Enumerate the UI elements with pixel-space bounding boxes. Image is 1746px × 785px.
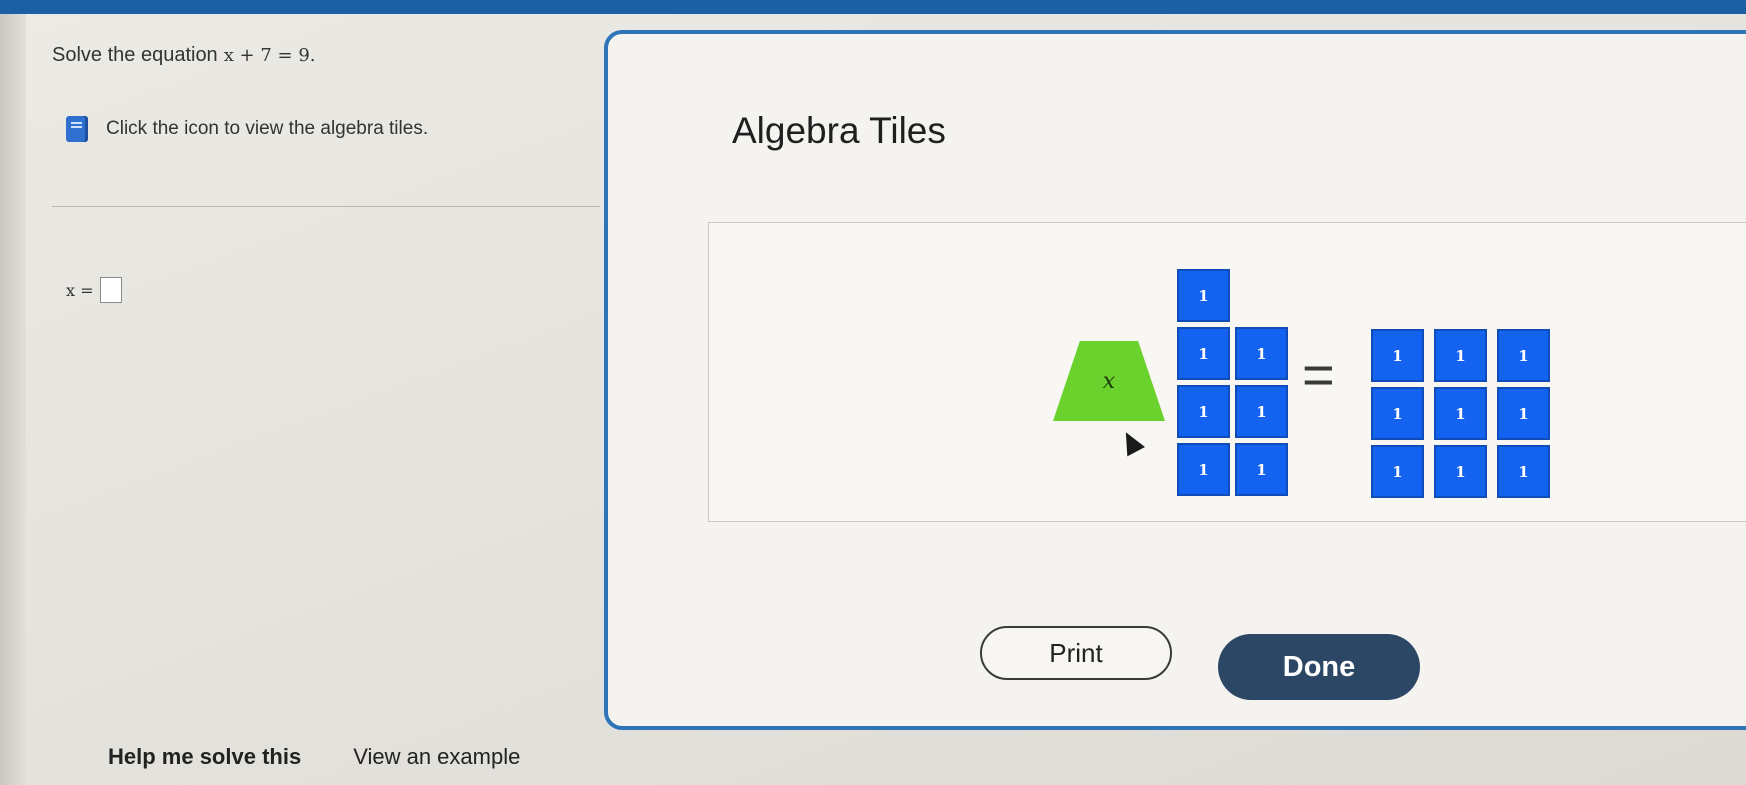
answer-label: x = bbox=[66, 280, 94, 300]
footer-links: Help me solve this View an example bbox=[108, 744, 520, 770]
section-divider bbox=[52, 206, 600, 207]
unit-tile[interactable]: 1 bbox=[1434, 329, 1487, 382]
equals-sign: = bbox=[1302, 343, 1335, 406]
mouse-cursor-icon bbox=[1117, 427, 1145, 457]
tiles-panel: x 1 1 1 1 1 1 1 = 1 1 1 1 1 1 1 1 1 bbox=[708, 222, 1746, 522]
unit-tile[interactable]: 1 bbox=[1497, 445, 1550, 498]
question-prompt: Solve the equation bbox=[52, 44, 218, 66]
unit-tile[interactable]: 1 bbox=[1371, 445, 1424, 498]
done-button[interactable]: Done bbox=[1218, 634, 1420, 700]
unit-tile[interactable]: 1 bbox=[1177, 327, 1230, 380]
unit-tile[interactable]: 1 bbox=[1177, 269, 1230, 322]
unit-tile[interactable]: 1 bbox=[1497, 387, 1550, 440]
help-me-solve-link[interactable]: Help me solve this bbox=[108, 744, 301, 770]
print-button[interactable]: Print bbox=[980, 626, 1172, 680]
question-equation: x + 7 = 9. bbox=[223, 45, 316, 66]
x-tile[interactable]: x bbox=[1053, 341, 1165, 421]
unit-tile[interactable]: 1 bbox=[1371, 329, 1424, 382]
unit-tile[interactable]: 1 bbox=[1177, 385, 1230, 438]
top-bar bbox=[0, 0, 1746, 14]
algebra-tiles-hint-text: Click the icon to view the algebra tiles… bbox=[106, 118, 429, 139]
answer-row: x = bbox=[66, 277, 122, 303]
unit-tile[interactable]: 1 bbox=[1235, 327, 1288, 380]
answer-input[interactable] bbox=[99, 277, 122, 303]
dialog-title: Algebra Tiles bbox=[732, 110, 946, 151]
unit-tile[interactable]: 1 bbox=[1235, 443, 1288, 496]
unit-tile[interactable]: 1 bbox=[1434, 387, 1487, 440]
left-edge bbox=[0, 14, 26, 785]
unit-tile[interactable]: 1 bbox=[1235, 385, 1288, 438]
question-text: Solve the equation x + 7 = 9. bbox=[52, 44, 316, 67]
unit-tile[interactable]: 1 bbox=[1434, 445, 1487, 498]
view-example-link[interactable]: View an example bbox=[353, 744, 520, 770]
unit-tile[interactable]: 1 bbox=[1371, 387, 1424, 440]
unit-tile[interactable]: 1 bbox=[1497, 329, 1550, 382]
algebra-tiles-dialog: Algebra Tiles x 1 1 1 1 1 1 1 = 1 1 1 1 … bbox=[604, 30, 1746, 730]
algebra-tiles-hint[interactable]: Click the icon to view the algebra tiles… bbox=[66, 116, 428, 142]
book-icon[interactable] bbox=[66, 116, 88, 142]
unit-tile[interactable]: 1 bbox=[1177, 443, 1230, 496]
